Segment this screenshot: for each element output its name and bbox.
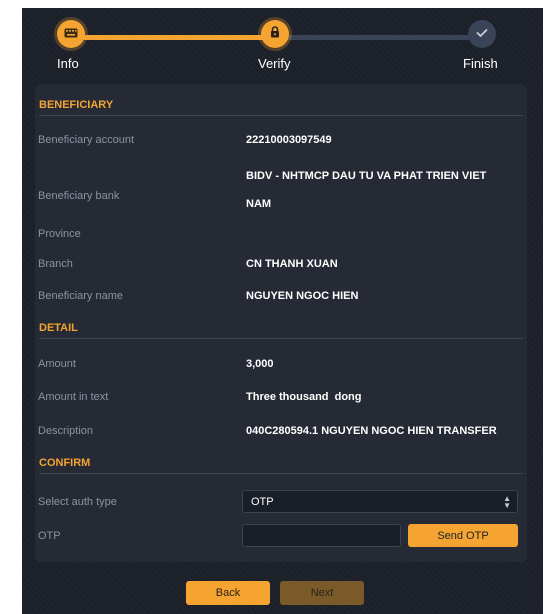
confirm-divider	[39, 473, 523, 474]
select-caret-icon: ▲ ▼	[503, 494, 511, 510]
beneficiary-heading: BENEFICIARY	[39, 99, 114, 111]
amount-in-text-value: Three thousand dong	[246, 391, 362, 403]
beneficiary-account-label: Beneficiary account	[38, 134, 134, 146]
next-button[interactable]: Next	[280, 581, 364, 605]
otp-label: OTP	[38, 530, 61, 542]
beneficiary-divider	[39, 115, 523, 116]
step-verify-label: Verify	[258, 56, 291, 71]
step-finish-circle	[468, 20, 496, 48]
keyboard-icon	[64, 25, 78, 43]
beneficiary-bank-label: Beneficiary bank	[38, 190, 120, 202]
send-otp-button[interactable]: Send OTP	[408, 524, 518, 547]
step-info-circle	[57, 20, 85, 48]
back-button[interactable]: Back	[186, 581, 270, 605]
confirm-heading: CONFIRM	[39, 457, 91, 469]
branch-label: Branch	[38, 258, 73, 270]
description-value: 040C280594.1 NGUYEN NGOC HIEN TRANSFER	[246, 425, 497, 437]
beneficiary-name-label: Beneficiary name	[38, 290, 123, 302]
province-label: Province	[38, 228, 81, 240]
stepper-progress-pending	[287, 35, 479, 40]
detail-divider	[39, 338, 523, 339]
amount-in-text-label: Amount in text	[38, 391, 109, 403]
branch-value: CN THANH XUAN	[246, 258, 338, 270]
beneficiary-bank-value-line2: NAM	[246, 198, 272, 210]
otp-input[interactable]	[242, 524, 401, 547]
description-label: Description	[38, 425, 94, 437]
step-info-label: Info	[57, 56, 79, 71]
check-icon	[476, 25, 488, 43]
step-finish-label: Finish	[463, 56, 498, 71]
transfer-frame: Info Verify Finish BENEFICIARY Beneficia…	[22, 8, 543, 614]
auth-type-select[interactable]: OTP ▲ ▼	[242, 490, 518, 513]
step-verify-circle	[261, 20, 289, 48]
stepper-progress-done	[71, 35, 271, 40]
beneficiary-account-value: 22210003097549	[246, 134, 332, 146]
auth-type-label: Select auth type	[38, 496, 117, 508]
amount-label: Amount	[38, 358, 76, 370]
lock-icon	[270, 25, 280, 43]
beneficiary-bank-value-line1: BIDV - NHTMCP DAU TU VA PHAT TRIEN VIET	[246, 170, 487, 182]
beneficiary-name-value: NGUYEN NGOC HIEN	[246, 290, 359, 302]
transfer-details-panel: BENEFICIARY Beneficiary account 22210003…	[35, 84, 527, 562]
detail-heading: DETAIL	[39, 322, 78, 334]
amount-value: 3,000	[246, 358, 274, 370]
auth-type-selected-value: OTP	[251, 495, 274, 508]
